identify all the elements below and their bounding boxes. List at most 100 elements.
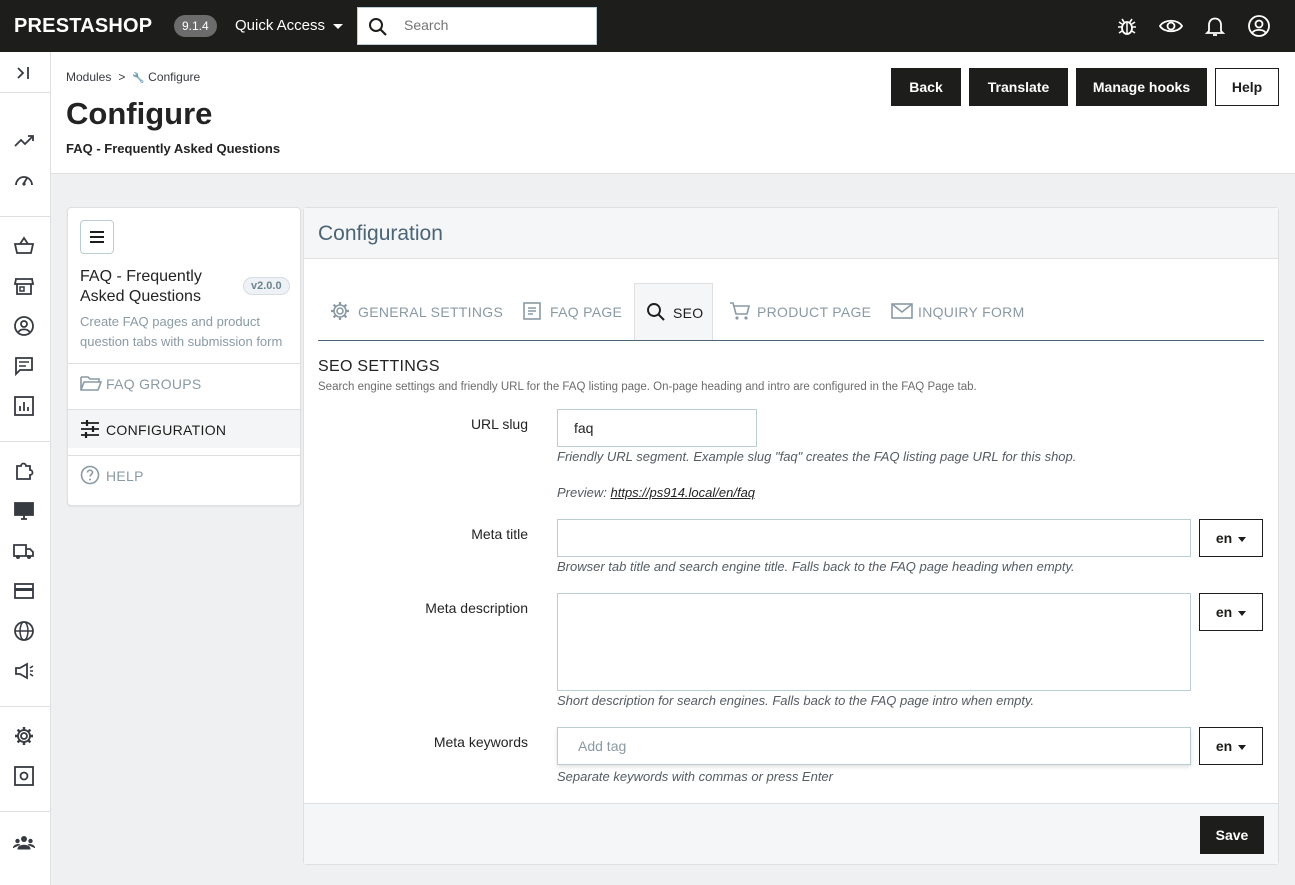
monitor-icon[interactable] (13, 500, 35, 522)
configuration-panel: Configuration GENERAL SETTINGS FAQ PAGE … (303, 207, 1279, 865)
module-name: FAQ - Frequently Asked Questions (80, 268, 202, 305)
tab-label: SEO (673, 305, 704, 321)
team-icon[interactable] (13, 831, 35, 853)
credit-card-icon[interactable] (13, 580, 35, 602)
tab-label: INQUIRY FORM (918, 304, 1025, 320)
search-icon (647, 303, 665, 321)
module-version-badge: v2.0.0 (243, 277, 290, 295)
megaphone-icon[interactable] (13, 660, 35, 682)
document-icon (523, 302, 541, 320)
search-input[interactable] (404, 17, 584, 33)
trend-icon[interactable] (13, 130, 35, 152)
language-code: en (1215, 604, 1233, 620)
meta-keywords-help: Separate keywords with commas or press E… (557, 769, 833, 784)
speedometer-icon[interactable] (13, 170, 35, 192)
bug-icon[interactable] (1115, 14, 1139, 38)
meta-description-label: Meta description (425, 600, 528, 616)
language-code: en (1215, 530, 1233, 546)
tab-faq-page[interactable]: FAQ PAGE (514, 283, 629, 340)
basket-icon[interactable] (13, 235, 35, 257)
module-sidebar: FAQ - Frequently Asked Questions v2.0.0 … (67, 207, 301, 506)
account-icon[interactable] (1247, 14, 1271, 38)
section-description: Search engine settings and friendly URL … (318, 381, 977, 393)
breadcrumb-modules-link[interactable]: Modules (66, 70, 111, 84)
breadcrumb: Modules > 🔧 Configure (66, 70, 201, 84)
url-slug-input[interactable] (557, 409, 757, 447)
url-preview: Preview: https://ps914.local/en/faq (557, 485, 755, 500)
quick-access-label: Quick Access (235, 17, 326, 34)
message-icon[interactable] (13, 355, 35, 377)
left-nav (0, 52, 51, 885)
tab-general-settings[interactable]: GENERAL SETTINGS (318, 283, 508, 340)
preview-label: Preview: (557, 485, 607, 500)
quick-access-dropdown[interactable]: Quick Access (235, 17, 344, 34)
preview-url-link[interactable]: https://ps914.local/en/faq (610, 485, 755, 500)
sidebar-item-configuration[interactable]: CONFIGURATION (68, 409, 300, 448)
chevron-down-icon (1238, 744, 1247, 750)
version-badge: 9.1.4 (174, 15, 217, 37)
page-title: Configure (66, 96, 213, 131)
puzzle-icon[interactable] (13, 459, 35, 481)
help-circle-icon (80, 465, 100, 485)
chevron-down-icon (1238, 610, 1247, 616)
meta-keywords-tag-input[interactable] (557, 727, 1191, 765)
add-tag-input[interactable] (578, 738, 878, 754)
tab-product-page[interactable]: PRODUCT PAGE (721, 283, 871, 340)
meta-title-input[interactable] (557, 519, 1191, 557)
hamburger-icon (90, 231, 104, 243)
bell-icon[interactable] (1203, 14, 1227, 38)
tab-label: PRODUCT PAGE (757, 304, 872, 320)
manage-hooks-button[interactable]: Manage hooks (1076, 68, 1207, 106)
customer-icon[interactable] (13, 315, 35, 337)
tab-inquiry-form[interactable]: INQUIRY FORM (882, 283, 1032, 340)
sidebar-item-help[interactable]: HELP (68, 455, 300, 494)
meta-description-help: Short description for search engines. Fa… (557, 693, 1035, 708)
menu-toggle-button[interactable] (80, 220, 114, 254)
meta-title-label: Meta title (471, 526, 528, 542)
meta-keywords-language-select[interactable]: en (1199, 727, 1263, 765)
search-box[interactable] (357, 7, 597, 45)
tab-label: FAQ PAGE (550, 304, 623, 320)
stats-icon[interactable] (13, 395, 35, 417)
meta-description-language-select[interactable]: en (1199, 593, 1263, 631)
search-icon (369, 18, 387, 36)
chevron-down-icon (333, 23, 344, 29)
page-subtitle: FAQ - Frequently Asked Questions (66, 141, 281, 156)
truck-icon[interactable] (13, 540, 35, 562)
settings-tabs: GENERAL SETTINGS FAQ PAGE SEO PRODUCT PA… (318, 283, 1264, 341)
module-description: Create FAQ pages and product question ta… (80, 314, 283, 349)
panel-footer: Save (304, 803, 1278, 864)
globe-icon[interactable] (13, 620, 35, 642)
prestashop-logo[interactable]: PRESTASHOP (14, 15, 152, 38)
sliders-icon (81, 420, 99, 438)
top-bar: PRESTASHOP 9.1.4 Quick Access (0, 0, 1295, 52)
store-icon[interactable] (13, 275, 35, 297)
url-slug-label: URL slug (470, 416, 528, 432)
advanced-settings-icon[interactable] (13, 765, 35, 787)
meta-description-textarea[interactable] (557, 593, 1191, 691)
sidebar-item-faq-groups[interactable]: FAQ GROUPS (68, 363, 300, 402)
translate-button[interactable]: Translate (969, 68, 1068, 106)
meta-keywords-label: Meta keywords (433, 734, 528, 750)
page-header: Modules > 🔧 Configure Configure FAQ - Freq… (51, 52, 1295, 174)
help-button[interactable]: Help (1215, 68, 1279, 106)
chevron-down-icon (1238, 536, 1247, 542)
mail-icon (891, 303, 913, 319)
eye-icon[interactable] (1159, 14, 1183, 38)
save-button[interactable]: Save (1200, 816, 1264, 854)
meta-title-help: Browser tab title and search engine titl… (557, 559, 1075, 574)
tab-seo[interactable]: SEO (634, 283, 713, 340)
panel-title: Configuration (318, 222, 443, 245)
gear-icon[interactable] (13, 725, 35, 747)
breadcrumb-current: Configure (148, 70, 201, 84)
gear-icon (331, 302, 349, 320)
back-button[interactable]: Back (891, 68, 961, 106)
sidebar-item-label: CONFIGURATION (106, 422, 227, 438)
sidebar-item-label: HELP (106, 468, 144, 484)
expand-sidebar-icon[interactable] (13, 62, 35, 84)
section-title: SEO SETTINGS (318, 358, 440, 375)
wrench-icon: 🔧 (132, 73, 145, 84)
sidebar-item-label: FAQ GROUPS (106, 376, 202, 392)
meta-title-language-select[interactable]: en (1199, 519, 1263, 557)
tab-label: GENERAL SETTINGS (358, 304, 504, 320)
